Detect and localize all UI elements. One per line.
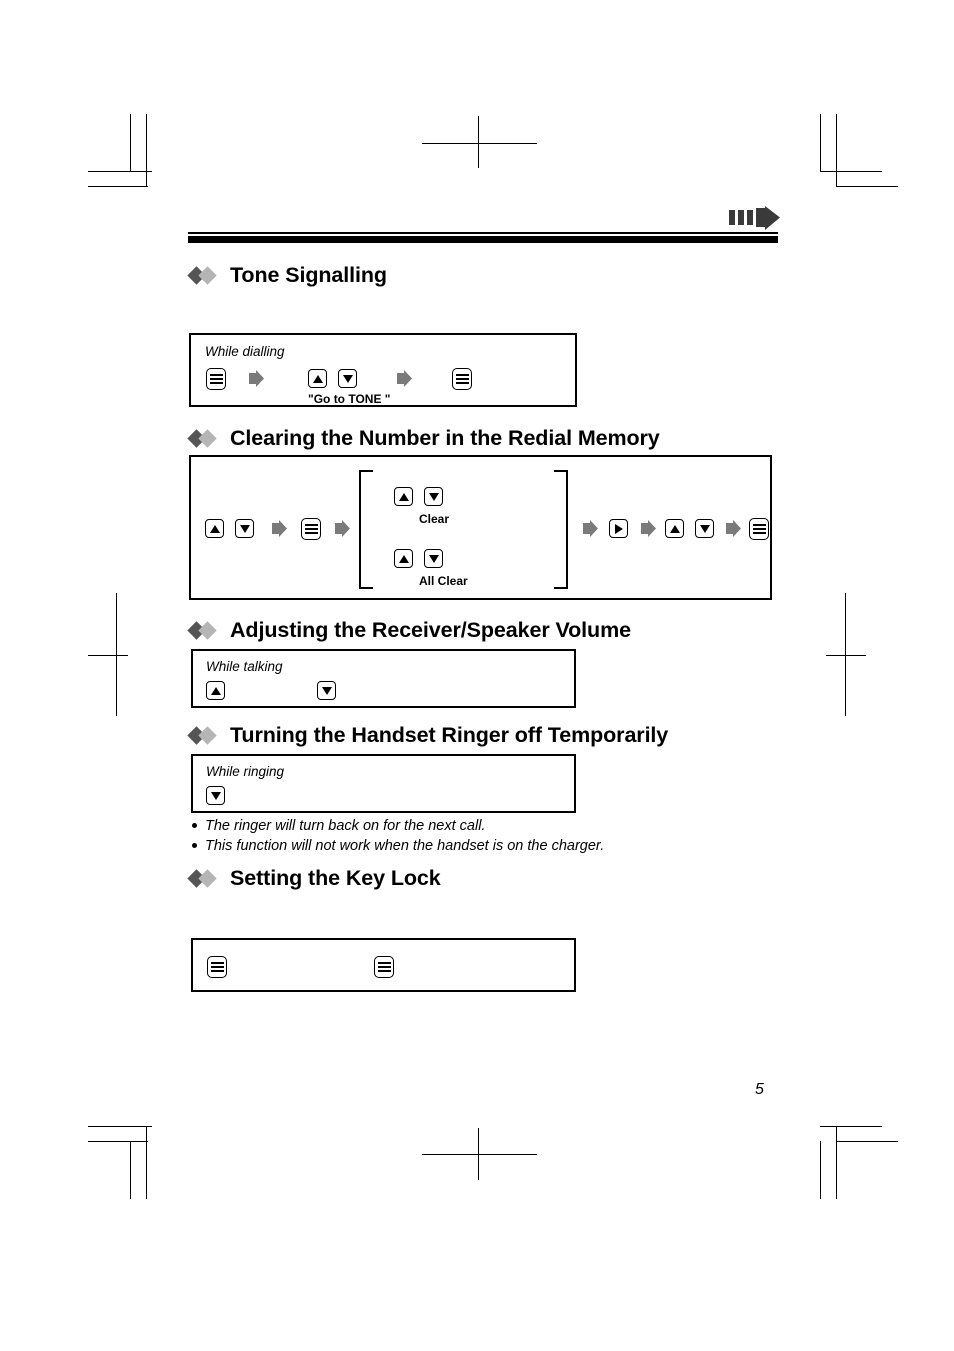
note-item: The ringer will turn back on for the nex… (188, 816, 788, 836)
section-heading-adjusting-volume: Adjusting the Receiver/Speaker Volume (187, 618, 631, 642)
procedure-box-adjusting-volume: While talking (191, 649, 576, 708)
bullet-dot-icon (192, 823, 197, 828)
option-bracket-left (359, 470, 373, 589)
step-arrow-icon (397, 370, 412, 389)
diamond-bullet-icon (187, 726, 222, 745)
page-number: 5 (755, 1081, 764, 1098)
up-arrow-key-icon[interactable] (308, 369, 327, 388)
note-text: This function will not work when the han… (205, 838, 605, 854)
diamond-bullet-icon (187, 266, 222, 285)
section-heading-ringer-off: Turning the Handset Ringer off Temporari… (187, 723, 669, 747)
down-arrow-key-icon[interactable] (235, 519, 254, 538)
option-label-all-clear: All Clear (419, 574, 468, 588)
up-arrow-key-icon[interactable] (394, 487, 413, 506)
down-arrow-key-icon[interactable] (338, 369, 357, 388)
up-arrow-key-icon[interactable] (394, 549, 413, 568)
step-arrow-icon (641, 520, 656, 539)
up-arrow-key-icon[interactable] (205, 519, 224, 538)
step-arrow-icon (335, 520, 350, 539)
menu-key-icon[interactable] (452, 368, 472, 390)
notes-list: The ringer will turn back on for the nex… (188, 816, 788, 856)
section-heading-clearing-redial-memory: Clearing the Number in the Redial Memory (187, 426, 660, 450)
procedure-box-key-lock (191, 938, 576, 992)
procedure-caption: While ringing (206, 764, 285, 779)
procedure-box-ringer-off: While ringing (191, 754, 576, 813)
procedure-caption: While talking (206, 659, 283, 674)
note-item: This function will not work when the han… (188, 836, 788, 856)
up-arrow-key-icon[interactable] (206, 681, 225, 700)
section-title: Tone Signalling (230, 263, 387, 287)
procedure-box-clearing-redial-memory: Clear All Clear (189, 455, 772, 600)
down-arrow-key-icon[interactable] (317, 681, 336, 700)
header-rule (188, 232, 778, 243)
step-arrow-icon (726, 520, 741, 539)
section-title: Turning the Handset Ringer off Temporari… (230, 723, 669, 747)
section-title: Clearing the Number in the Redial Memory (230, 426, 660, 450)
menu-key-icon[interactable] (301, 518, 321, 540)
down-arrow-key-icon[interactable] (424, 487, 443, 506)
step-arrow-icon (583, 520, 598, 539)
diamond-bullet-icon (187, 429, 222, 448)
right-arrow-key-icon[interactable] (609, 519, 628, 538)
step-arrow-icon (249, 370, 264, 389)
down-arrow-key-icon[interactable] (424, 549, 443, 568)
menu-key-icon[interactable] (374, 956, 394, 978)
menu-key-icon[interactable] (206, 368, 226, 390)
section-heading-key-lock: Setting the Key Lock (187, 866, 441, 890)
option-bracket-right (554, 470, 568, 589)
procedure-caption: While dialling (205, 344, 285, 359)
document-page: Tone Signalling While dialling "Go to TO… (0, 0, 954, 1351)
bullet-dot-icon (192, 843, 197, 848)
section-title: Adjusting the Receiver/Speaker Volume (230, 618, 631, 642)
procedure-box-tone-signalling: While dialling "Go to TONE " (189, 333, 577, 407)
step-arrow-icon (272, 520, 287, 539)
menu-key-icon[interactable] (749, 518, 769, 540)
down-arrow-key-icon[interactable] (695, 519, 714, 538)
option-label-clear: Clear (419, 512, 450, 526)
step-label-go-to-tone: "Go to TONE " (308, 392, 391, 406)
down-arrow-key-icon[interactable] (206, 786, 225, 805)
section-heading-tone-signalling: Tone Signalling (187, 263, 387, 287)
diamond-bullet-icon (187, 869, 222, 888)
menu-key-icon[interactable] (207, 956, 227, 978)
section-title: Setting the Key Lock (230, 866, 441, 890)
up-arrow-key-icon[interactable] (665, 519, 684, 538)
fast-forward-icon (729, 206, 781, 230)
note-text: The ringer will turn back on for the nex… (205, 818, 486, 834)
diamond-bullet-icon (187, 621, 222, 640)
